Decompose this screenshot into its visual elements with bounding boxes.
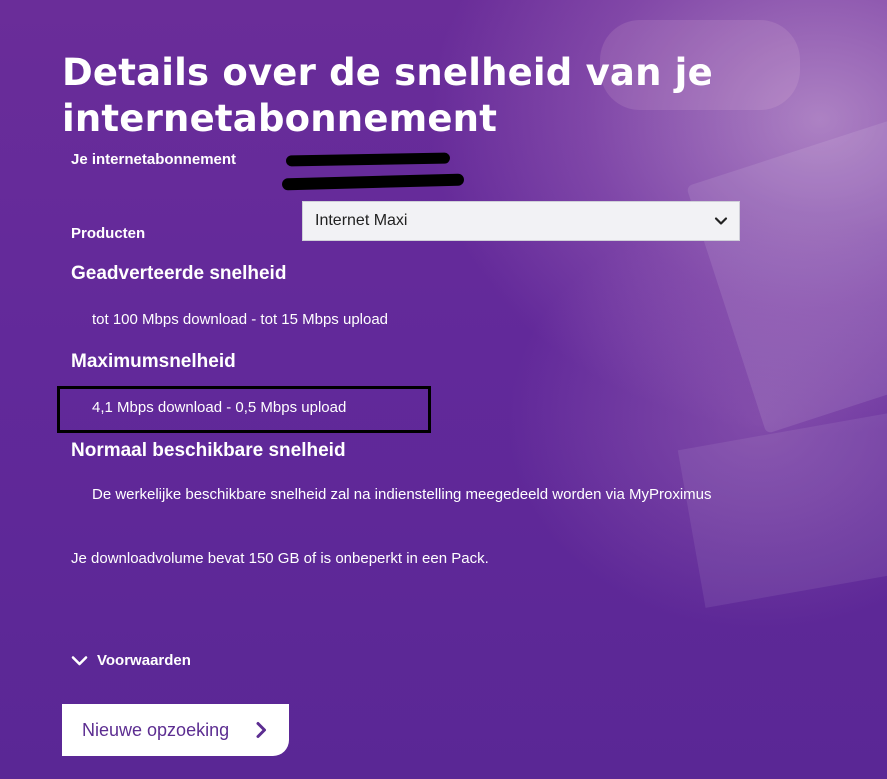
subscription-label: Je internetabonnement [71, 151, 237, 168]
advertised-speed-text: tot 100 Mbps download - tot 15 Mbps uplo… [92, 311, 389, 328]
advertised-speed-heading: Geadverteerde snelheid [71, 263, 287, 284]
maximum-speed-text: 4,1 Mbps download - 0,5 Mbps upload [92, 399, 347, 416]
chevron-down-icon [714, 217, 728, 225]
products-select-value: Internet Maxi [315, 212, 408, 229]
new-search-label: Nieuwe opzoeking [82, 719, 230, 740]
page-title: Details over de snelheid van je internet… [62, 51, 713, 140]
maximum-speed-heading: Maximumsnelheid [71, 351, 236, 372]
new-search-button[interactable]: Nieuwe opzoeking [62, 704, 289, 756]
normal-speed-text: De werkelijke beschikbare snelheid zal n… [92, 486, 712, 503]
products-label: Producten [71, 225, 146, 242]
terms-toggle[interactable]: Voorwaarden [71, 652, 191, 669]
download-volume-text: Je downloadvolume bevat 150 GB of is onb… [71, 550, 489, 567]
chevron-right-icon [256, 722, 266, 738]
terms-label: Voorwaarden [97, 652, 191, 669]
products-select[interactable]: Internet Maxi [302, 201, 740, 241]
normal-speed-heading: Normaal beschikbare snelheid [71, 440, 346, 461]
chevron-down-icon [71, 655, 88, 665]
